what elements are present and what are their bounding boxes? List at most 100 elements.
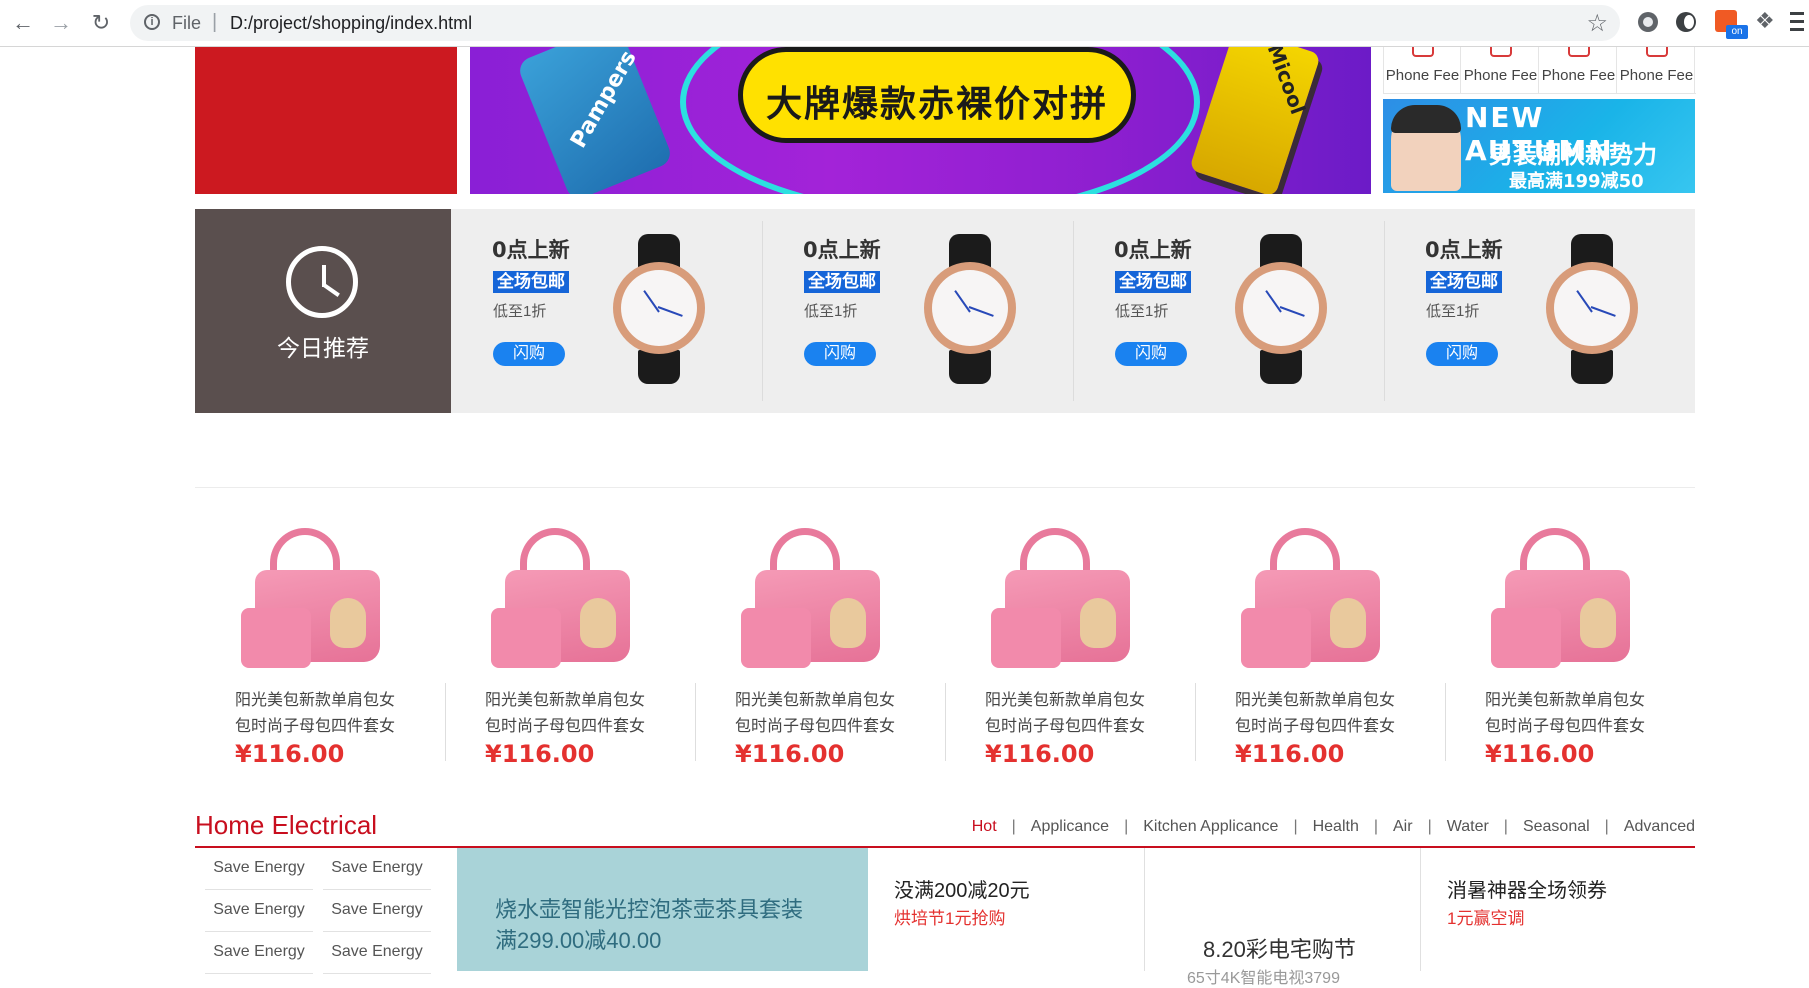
product-card[interactable]: 阳光美包新款单肩包女 包时尚子母包四件套女 ¥116.00 — [945, 510, 1195, 770]
url-text[interactable]: D:/project/shopping/index.html — [230, 13, 472, 34]
flash-buy-button[interactable]: 闪购 — [804, 342, 876, 366]
product-name[interactable]: 阳光美包新款单肩包女 包时尚子母包四件套女 — [985, 688, 1165, 740]
back-arrow-icon[interactable]: ← — [10, 10, 36, 36]
flash-buy-button[interactable]: 闪购 — [1115, 342, 1187, 366]
kettle-promo-offer: 满299.00减40.00 — [495, 928, 662, 953]
flash-buy-button[interactable]: 闪购 — [1426, 342, 1498, 366]
phone-fee-label: Phone Fee — [1619, 67, 1694, 84]
discount-label: 低至1折 — [493, 303, 547, 320]
product-name[interactable]: 阳光美包新款单肩包女 包时尚子母包四件套女 — [485, 688, 665, 740]
category-menu-block[interactable] — [195, 47, 457, 194]
tab-separator: | — [1011, 818, 1016, 835]
promo-subtitle: 65寸4K智能电视3799 — [1187, 970, 1340, 987]
bag-image — [235, 518, 395, 678]
tab-air[interactable]: Air — [1393, 818, 1413, 836]
menu-icon[interactable] — [1790, 12, 1804, 15]
address-bar[interactable]: i File | D:/project/shopping/index.html … — [130, 5, 1620, 41]
tab-separator: | — [1427, 818, 1432, 835]
tab-water[interactable]: Water — [1447, 818, 1489, 836]
extensions-puzzle-icon[interactable]: ❖ — [1755, 8, 1775, 34]
tab-hot[interactable]: Hot — [972, 818, 997, 836]
reload-icon[interactable]: ↻ — [88, 10, 114, 36]
autumn-ad-subtitle: 男装潮秋新势力 — [1489, 141, 1657, 169]
tab-health[interactable]: Health — [1313, 818, 1359, 836]
phone-fee-grid: Phone Fee Phone Fee Phone Fee Phone Fee — [1383, 47, 1696, 94]
promo-banner[interactable]: Pampers 大牌爆款赤裸价对拼 Micool — [470, 47, 1371, 194]
bookmark-star-icon[interactable]: ☆ — [1586, 9, 1608, 38]
product-price: ¥116.00 — [735, 740, 845, 768]
promo-title: 消暑神器全场领券 — [1447, 880, 1607, 902]
product-card[interactable]: 阳光美包新款单肩包女 包时尚子母包四件套女 ¥116.00 — [1445, 510, 1695, 770]
url-scheme: File — [172, 13, 202, 33]
tab-kitchen-applicance[interactable]: Kitchen Applicance — [1143, 818, 1278, 836]
flash-buy-button[interactable]: 闪购 — [493, 342, 565, 366]
product-card[interactable]: 阳光美包新款单肩包女 包时尚子母包四件套女 ¥116.00 — [1195, 510, 1445, 770]
tab-applicance[interactable]: Applicance — [1031, 818, 1109, 836]
tab-separator: | — [1293, 818, 1298, 835]
save-energy-link[interactable]: Save Energy — [205, 932, 313, 974]
recommend-card[interactable]: 0点上新 全场包邮 低至1折 闪购 — [1384, 209, 1695, 413]
save-energy-link[interactable]: Save Energy — [323, 848, 431, 890]
bag-image — [735, 518, 895, 678]
phone-fee-item[interactable]: Phone Fee — [1540, 47, 1617, 93]
bag-image — [985, 518, 1145, 678]
phone-fee-item[interactable]: Phone Fee — [1384, 47, 1461, 93]
recommend-list: 0点上新 全场包邮 低至1折 闪购 0点上新 全场包邮 低至1折 闪购 0点上新… — [451, 209, 1695, 413]
phone-fee-item[interactable]: Phone Fee — [1618, 47, 1695, 93]
recommend-card[interactable]: 0点上新 全场包邮 低至1折 闪购 — [1073, 209, 1384, 413]
free-shipping-badge: 全场包邮 — [804, 271, 880, 293]
promo-card[interactable]: 没满200减20元 烘培节1元抢购 — [868, 848, 1144, 971]
extension-circle-icon[interactable] — [1638, 12, 1658, 32]
watch-image — [613, 234, 705, 384]
clock-icon — [286, 246, 358, 318]
phone-fee-icon — [1490, 47, 1512, 57]
forward-arrow-icon[interactable]: → — [48, 10, 74, 36]
bag-image — [485, 518, 645, 678]
save-energy-link[interactable]: Save Energy — [323, 932, 431, 974]
kettle-promo-banner[interactable]: 烧水壶智能光控泡茶壶茶具套装 满299.00减40.00 — [457, 848, 868, 971]
discount-label: 低至1折 — [1426, 303, 1480, 320]
phone-fee-item[interactable]: Phone Fee — [1462, 47, 1539, 93]
category-tabs: Hot | Applicance | Kitchen Applicance | Health… — [880, 818, 1695, 842]
promo-title: 8.20彩电宅购节 — [1203, 937, 1356, 962]
recommend-new-label: 0点上新 — [803, 238, 881, 262]
phone-fee-label: Phone Fee — [1541, 67, 1616, 84]
recommend-header: 今日推荐 — [195, 209, 451, 413]
product-name[interactable]: 阳光美包新款单肩包女 包时尚子母包四件套女 — [735, 688, 915, 740]
tab-seasonal[interactable]: Seasonal — [1523, 818, 1590, 836]
browser-toolbar: ← → ↻ i File | D:/project/shopping/index… — [0, 0, 1809, 47]
info-icon[interactable]: i — [144, 14, 160, 30]
watch-image — [924, 234, 1016, 384]
promo-title: 没满200减20元 — [894, 880, 1030, 902]
promo-card[interactable]: 8.20彩电宅购节 65寸4K智能电视3799 — [1144, 848, 1421, 987]
autumn-ad-banner[interactable]: NEW AUTUMN 男装潮秋新势力 最高满199减50 — [1383, 99, 1695, 193]
product-card[interactable]: 阳光美包新款单肩包女 包时尚子母包四件套女 ¥116.00 — [195, 510, 445, 770]
dark-mode-moon-icon[interactable] — [1676, 12, 1696, 32]
watch-image — [1546, 234, 1638, 384]
tab-advanced[interactable]: Advanced — [1624, 818, 1695, 836]
section-title: Home Electrical — [195, 810, 378, 840]
menu-icon-line — [1790, 20, 1804, 23]
section-divider — [195, 487, 1695, 488]
recommend-new-label: 0点上新 — [1114, 238, 1192, 262]
product-name[interactable]: 阳光美包新款单肩包女 包时尚子母包四件套女 — [235, 688, 415, 740]
menu-icon-line — [1790, 28, 1804, 31]
promo-card[interactable]: 消暑神器全场领券 1元赢空调 — [1420, 848, 1696, 971]
product-card[interactable]: 阳光美包新款单肩包女 包时尚子母包四件套女 ¥116.00 — [445, 510, 695, 770]
recommend-title: 今日推荐 — [277, 335, 369, 361]
product-price: ¥116.00 — [985, 740, 1095, 768]
save-energy-link[interactable]: Save Energy — [205, 848, 313, 890]
save-energy-link[interactable]: Save Energy — [323, 890, 431, 932]
discount-label: 低至1折 — [1115, 303, 1169, 320]
discount-label: 低至1折 — [804, 303, 858, 320]
product-card[interactable]: 阳光美包新款单肩包女 包时尚子母包四件套女 ¥116.00 — [695, 510, 945, 770]
product-name[interactable]: 阳光美包新款单肩包女 包时尚子母包四件套女 — [1235, 688, 1415, 740]
recommend-card[interactable]: 0点上新 全场包邮 低至1折 闪购 — [762, 209, 1073, 413]
url-separator: | — [212, 11, 218, 33]
recommend-card[interactable]: 0点上新 全场包邮 低至1折 闪购 — [451, 209, 762, 413]
phone-fee-icon — [1412, 47, 1434, 57]
phone-fee-label: Phone Fee — [1385, 67, 1460, 84]
save-energy-link[interactable]: Save Energy — [205, 890, 313, 932]
free-shipping-badge: 全场包邮 — [1115, 271, 1191, 293]
product-name[interactable]: 阳光美包新款单肩包女 包时尚子母包四件套女 — [1485, 688, 1665, 740]
